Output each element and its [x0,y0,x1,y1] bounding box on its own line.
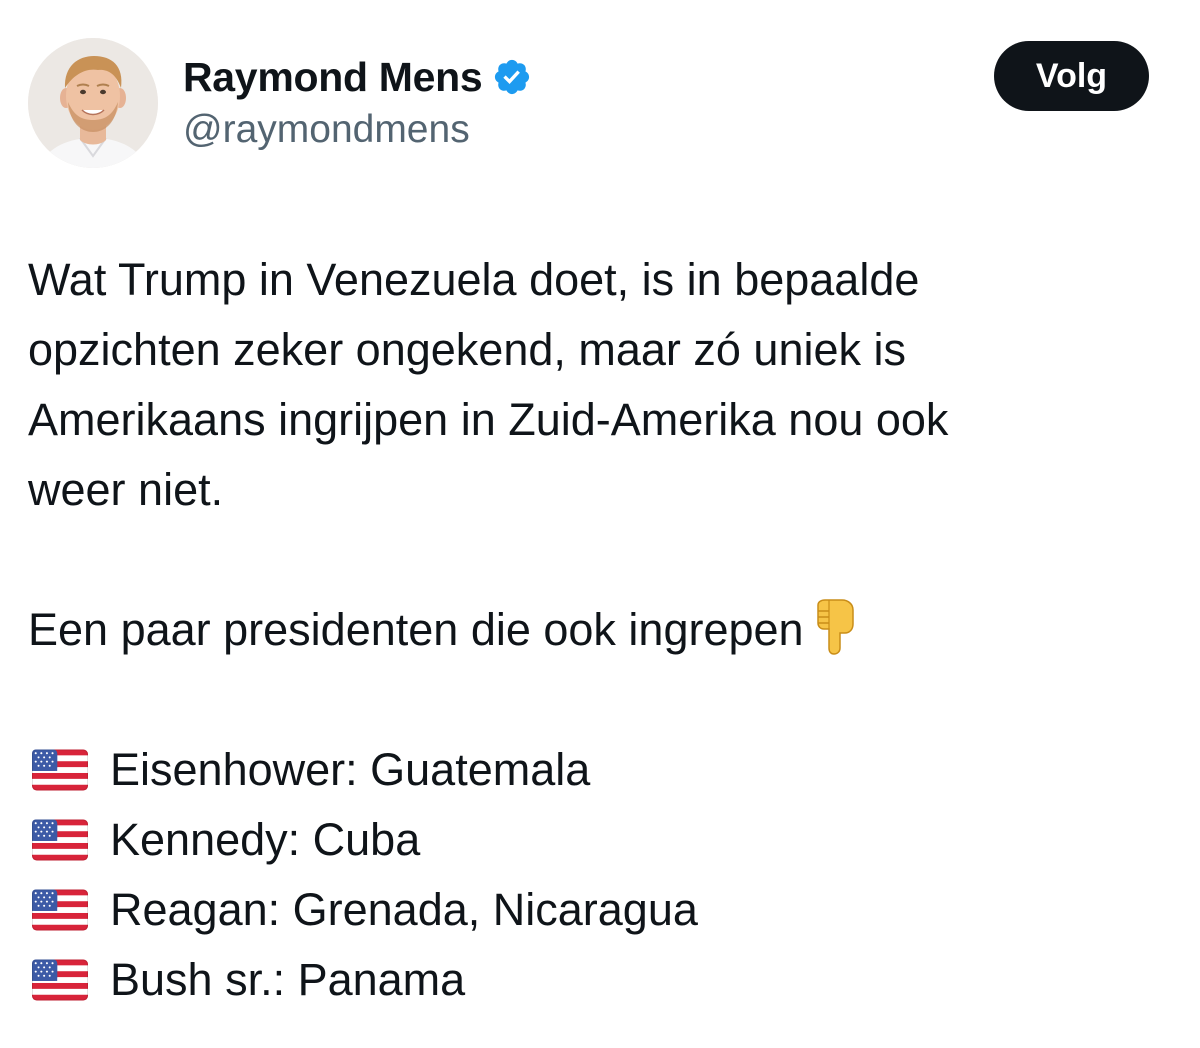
author-name-row: Raymond Mens [183,52,532,102]
us-flag-icon [32,749,88,791]
follow-button[interactable]: Volg [994,41,1149,111]
verified-badge-icon[interactable] [492,57,532,97]
list-item: Eisenhower: Guatemala [28,735,1158,805]
text-line: weer niet. [28,464,224,515]
tweet-paragraph: Wat Trump in Venezuela doet, is in bepaa… [28,245,1158,525]
list-item: Kennedy: Cuba [28,805,1158,875]
pointing-down-hand-icon [816,599,854,655]
author-handle[interactable]: @raymondmens [183,108,470,152]
text-line: opzichten zeker ongekend, maar zó uniek … [28,324,907,375]
us-flag-icon [32,819,88,861]
intro-text: Een paar presidenten die ook ingrepen [28,604,804,655]
presidents-list: Eisenhower: Guatemala Kennedy: Cuba Reag… [28,735,1158,1015]
list-item: Bush sr.: Panama [28,945,1158,1015]
avatar[interactable] [28,38,158,168]
list-item-text: Eisenhower: Guatemala [110,744,591,795]
tweet-intro: Een paar presidenten die ook ingrepen [28,595,1158,665]
us-flag-icon [32,959,88,1001]
profile-photo-avatar [28,38,158,168]
text-line: Wat Trump in Venezuela doet, is in bepaa… [28,254,920,305]
us-flag-icon [32,889,88,931]
list-item: Reagan: Grenada, Nicaragua [28,875,1158,945]
text-line: Amerikaans ingrijpen in Zuid-Amerika nou… [28,394,949,445]
list-item-text: Bush sr.: Panama [110,954,466,1005]
list-item-text: Kennedy: Cuba [110,814,421,865]
tweet-text: Wat Trump in Venezuela doet, is in bepaa… [28,245,1158,1015]
display-name[interactable]: Raymond Mens [183,54,483,101]
list-item-text: Reagan: Grenada, Nicaragua [110,884,698,935]
